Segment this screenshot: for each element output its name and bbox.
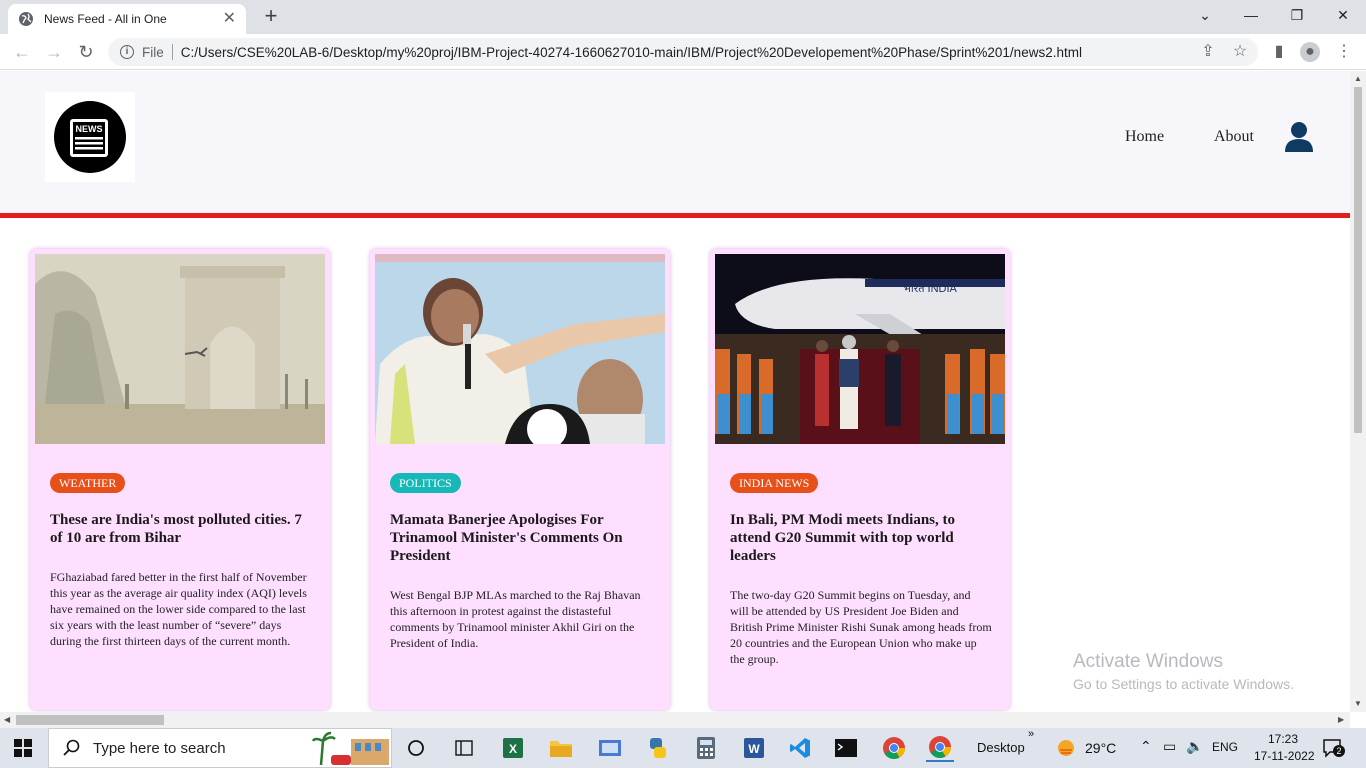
news-card[interactable]: भारत INDIA INDIA NEWS In Bali, PM Modi m… bbox=[710, 249, 1010, 710]
browser-toolbar: ← → ↻ i File C:/Users/CSE%20LAB-6/Deskto… bbox=[0, 34, 1366, 70]
category-badge[interactable]: INDIA NEWS bbox=[730, 473, 819, 493]
sun-weather-icon[interactable] bbox=[1054, 736, 1078, 760]
header-divider bbox=[0, 213, 1350, 218]
tab-title: News Feed - All in One bbox=[44, 12, 167, 26]
widgets-icon[interactable] bbox=[450, 734, 478, 762]
notification-center[interactable]: 2 bbox=[1322, 738, 1345, 758]
back-button[interactable]: ← bbox=[10, 40, 34, 64]
tab-strip: News Feed - All in One ✕ + ⌄ — ❐ ✕ bbox=[0, 0, 1366, 34]
profile-icon[interactable]: ● bbox=[1300, 42, 1320, 62]
close-tab-icon[interactable]: ✕ bbox=[223, 11, 236, 27]
user-account-icon[interactable] bbox=[1284, 121, 1314, 153]
search-placeholder: Type here to search bbox=[93, 739, 226, 757]
toolbar-overflow-icon[interactable]: » bbox=[1028, 728, 1034, 740]
horizontal-scrollbar[interactable]: ◀ ▶ bbox=[0, 712, 1350, 728]
new-tab-button[interactable]: + bbox=[258, 4, 284, 30]
news-card-image[interactable] bbox=[375, 254, 665, 444]
address-bar[interactable]: i File C:/Users/CSE%20LAB-6/Desktop/my%2… bbox=[108, 38, 1258, 66]
close-window-button[interactable]: ✕ bbox=[1320, 0, 1366, 30]
notification-badge: 2 bbox=[1333, 745, 1345, 757]
chrome-active-icon[interactable] bbox=[926, 734, 954, 762]
vscode-icon[interactable] bbox=[786, 734, 814, 762]
horizontal-scroll-thumb[interactable] bbox=[16, 715, 164, 725]
scroll-right-arrow-icon[interactable]: ▶ bbox=[1338, 715, 1344, 724]
calculator-icon[interactable] bbox=[692, 734, 720, 762]
news-card-image[interactable] bbox=[35, 254, 325, 444]
forward-button[interactable]: → bbox=[42, 40, 66, 64]
news-summary: West Bengal BJP MLAs marched to the Raj … bbox=[390, 588, 641, 650]
watermark-title: Activate Windows bbox=[1073, 651, 1223, 672]
activate-windows-watermark: Activate Windows Go to Settings to activ… bbox=[1073, 651, 1294, 692]
python-icon[interactable] bbox=[644, 734, 672, 762]
minimize-button[interactable]: — bbox=[1228, 0, 1274, 30]
news-card[interactable]: WEATHER These are India's most polluted … bbox=[30, 249, 330, 710]
site-logo[interactable]: NEWS bbox=[45, 92, 135, 182]
page-viewport: NEWS Home About WEATHER These are India'… bbox=[0, 71, 1350, 712]
clock-time[interactable]: 17:23 bbox=[1268, 732, 1298, 746]
scroll-up-arrow-icon[interactable]: ▲ bbox=[1354, 74, 1362, 83]
logo-text: NEWS bbox=[76, 124, 103, 134]
clock-date[interactable]: 17-11-2022 bbox=[1254, 749, 1315, 763]
news-headline[interactable]: Mamata Banerjee Apologises For Trinamool… bbox=[390, 511, 652, 565]
input-language[interactable]: ENG bbox=[1212, 740, 1238, 754]
watermark-subtitle: Go to Settings to activate Windows. bbox=[1073, 676, 1294, 692]
address-url[interactable]: C:/Users/CSE%20LAB-6/Desktop/my%20proj/I… bbox=[181, 45, 1082, 60]
svg-text:W: W bbox=[748, 742, 760, 756]
vertical-scroll-thumb[interactable] bbox=[1354, 87, 1362, 433]
search-icon bbox=[63, 739, 80, 756]
task-view-icon[interactable] bbox=[402, 734, 430, 762]
menu-kebab-icon[interactable]: ⋮ bbox=[1334, 42, 1354, 62]
chrome-icon[interactable] bbox=[880, 734, 908, 762]
reload-button[interactable]: ↻ bbox=[74, 40, 98, 64]
scroll-left-arrow-icon[interactable]: ◀ bbox=[4, 715, 10, 724]
news-headline[interactable]: In Bali, PM Modi meets Indians, to atten… bbox=[730, 511, 992, 565]
search-highlight-illustration-icon bbox=[311, 731, 389, 766]
smog-india-gate-image bbox=[35, 254, 325, 444]
word-icon[interactable]: W bbox=[740, 734, 768, 762]
side-panel-icon[interactable]: ▮ bbox=[1269, 42, 1289, 62]
restore-button[interactable]: ❐ bbox=[1274, 0, 1320, 30]
address-scheme: File bbox=[142, 44, 164, 60]
news-card[interactable]: POLITICS Mamata Banerjee Apologises For … bbox=[370, 249, 670, 710]
desktop-toolbar-label[interactable]: Desktop bbox=[977, 740, 1025, 755]
tab-search-icon[interactable]: ⌄ bbox=[1182, 0, 1228, 30]
control-panel-icon[interactable] bbox=[596, 734, 624, 762]
taskbar-search-box[interactable]: Type here to search bbox=[48, 728, 392, 768]
bali-arrival-image: भारत INDIA bbox=[715, 254, 1005, 444]
excel-icon[interactable]: X bbox=[499, 734, 527, 762]
newspaper-logo-icon: NEWS bbox=[54, 101, 126, 173]
windows-start-icon[interactable] bbox=[14, 739, 32, 757]
nav-home-link[interactable]: Home bbox=[1125, 128, 1164, 146]
news-summary: FGhaziabad fared better in the first hal… bbox=[50, 570, 307, 648]
globe-icon bbox=[19, 12, 33, 26]
windows-taskbar: Type here to search X W Desktop » 29°C ⌃… bbox=[0, 728, 1366, 768]
share-icon[interactable]: ⇪ bbox=[1198, 42, 1218, 62]
news-headline[interactable]: These are India's most polluted cities. … bbox=[50, 511, 312, 547]
category-badge[interactable]: WEATHER bbox=[50, 473, 126, 493]
weather-temperature[interactable]: 29°C bbox=[1085, 740, 1116, 756]
network-icon[interactable]: ▭ bbox=[1163, 738, 1176, 755]
file-explorer-icon[interactable] bbox=[547, 734, 575, 762]
site-info-icon[interactable]: i bbox=[120, 45, 134, 59]
news-summary: The two-day G20 Summit begins on Tuesday… bbox=[730, 588, 992, 666]
bookmark-star-icon[interactable]: ☆ bbox=[1230, 42, 1250, 62]
aircraft-livery-text: भारत INDIA bbox=[903, 283, 957, 295]
vertical-scrollbar[interactable]: ▲ ▼ bbox=[1350, 71, 1366, 712]
command-prompt-icon[interactable] bbox=[832, 734, 860, 762]
news-card-image[interactable]: भारत INDIA bbox=[715, 254, 1005, 444]
browser-tab[interactable]: News Feed - All in One ✕ bbox=[8, 4, 246, 34]
mamata-speech-image bbox=[375, 254, 665, 444]
address-divider bbox=[171, 44, 173, 60]
scroll-down-arrow-icon[interactable]: ▼ bbox=[1354, 699, 1362, 708]
category-badge[interactable]: POLITICS bbox=[390, 473, 461, 493]
nav-about-link[interactable]: About bbox=[1214, 128, 1254, 146]
site-header: NEWS Home About bbox=[0, 71, 1350, 213]
tray-expand-icon[interactable]: ⌃ bbox=[1140, 738, 1152, 755]
volume-icon[interactable]: 🔈 bbox=[1186, 738, 1203, 755]
svg-text:X: X bbox=[509, 742, 517, 756]
